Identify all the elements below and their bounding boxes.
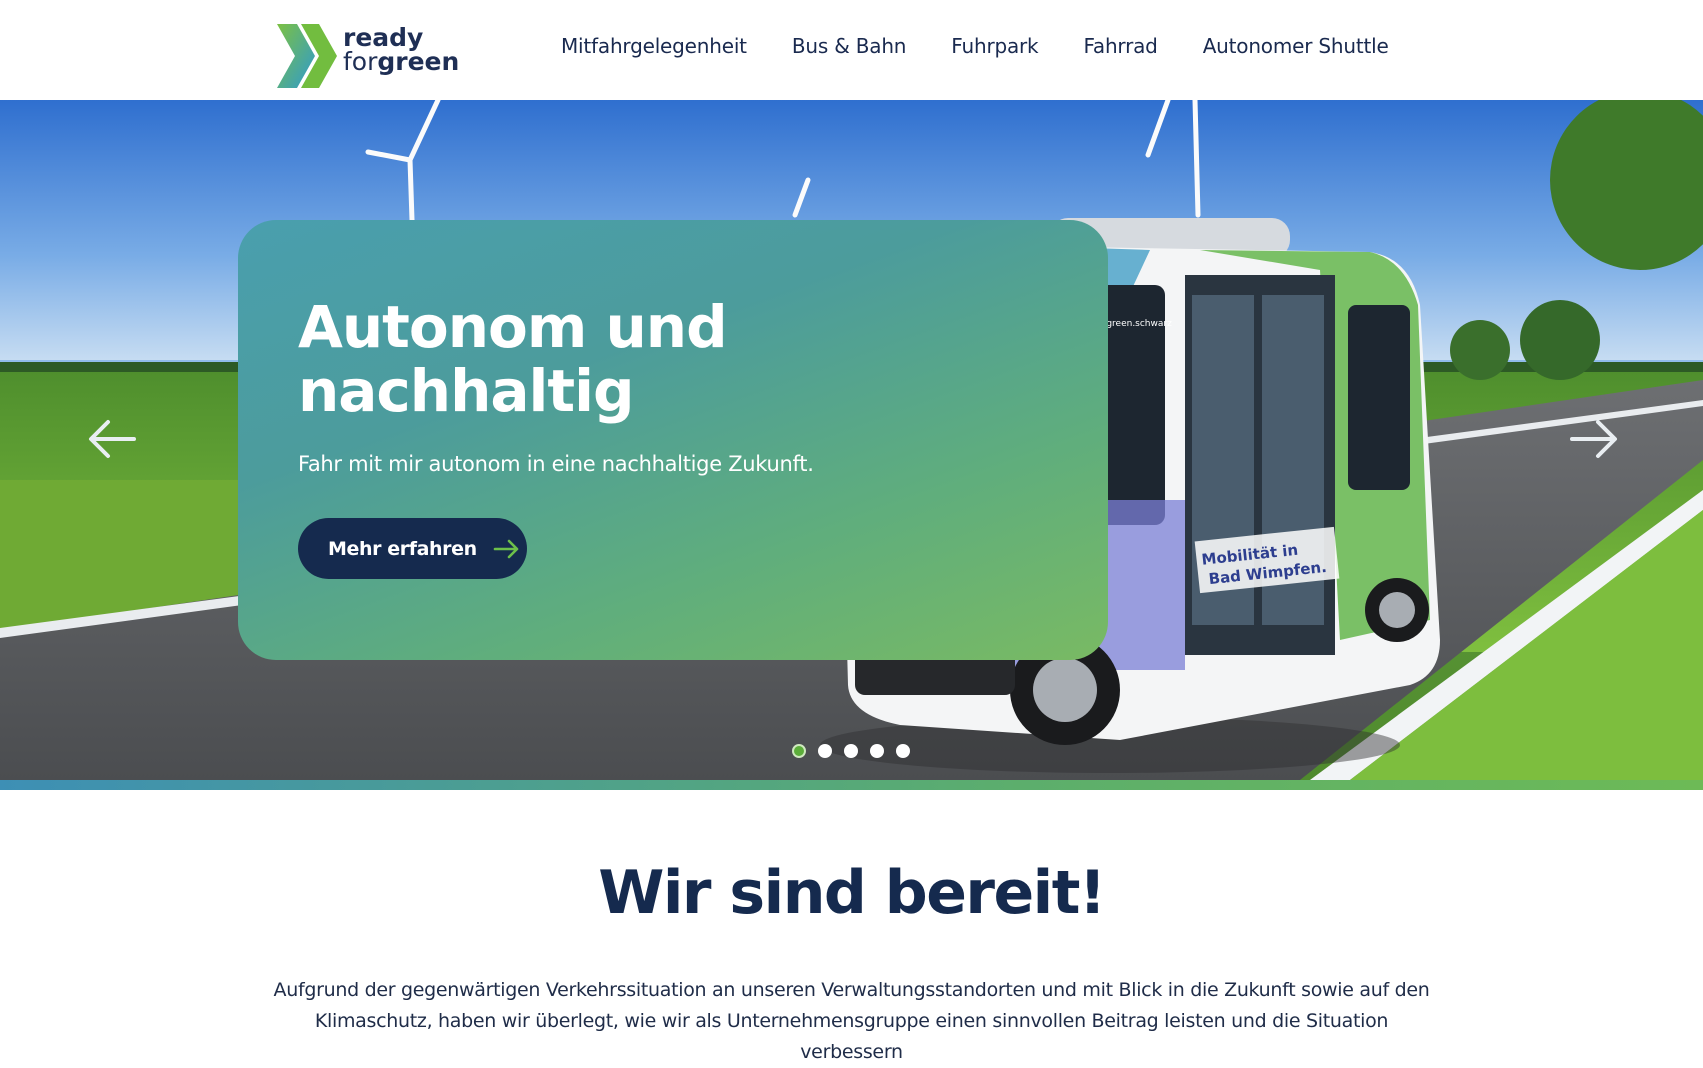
main-nav: Mitfahrgelegenheit Bus & Bahn Fuhrpark F… (561, 34, 1389, 58)
slider-prev-arrow-icon[interactable] (86, 418, 138, 460)
arrow-right-icon (493, 539, 519, 558)
nav-item-fahrrad[interactable]: Fahrrad (1083, 34, 1157, 58)
slider-dot-5[interactable] (896, 744, 910, 758)
logo-word-for: for (343, 47, 378, 76)
site-header: ready forgreen Mitfahrgelegenheit Bus & … (0, 0, 1703, 100)
slider-dot-4[interactable] (870, 744, 884, 758)
hero-title: Autonom und nachhaltig (298, 293, 728, 425)
intro-paragraph: Aufgrund der gegenwärtigen Verkehrssitua… (273, 979, 1430, 1063)
nav-item-autonomer-shuttle[interactable]: Autonomer Shuttle (1203, 34, 1389, 58)
nav-item-fuhrpark[interactable]: Fuhrpark (951, 34, 1038, 58)
section-title: Wir sind bereit! (598, 858, 1106, 928)
slider-dot-3[interactable] (844, 744, 858, 758)
hero-subtitle: Fahr mit mir autonom in eine nachhaltige… (298, 452, 814, 476)
cta-label: Mehr erfahren (328, 537, 477, 560)
logo-word-green: green (377, 47, 460, 76)
brand-logo[interactable]: ready forgreen (275, 20, 459, 92)
slider-dot-1[interactable] (792, 744, 806, 758)
hero-accent-bar (0, 780, 1703, 790)
logo-chevrons-icon (277, 24, 337, 88)
nav-item-bus-bahn[interactable]: Bus & Bahn (792, 34, 907, 58)
slider-dot-2[interactable] (818, 744, 832, 758)
logo-wordmark: ready forgreen (343, 25, 460, 76)
slider-pagination (792, 744, 910, 758)
mehr-erfahren-button[interactable]: Mehr erfahren (298, 518, 527, 579)
nav-item-mitfahrgelegenheit[interactable]: Mitfahrgelegenheit (561, 34, 747, 58)
hero-card (238, 220, 1108, 660)
logo-line-forgreen: forgreen (343, 47, 460, 76)
slider-next-arrow-icon[interactable] (1568, 418, 1620, 460)
